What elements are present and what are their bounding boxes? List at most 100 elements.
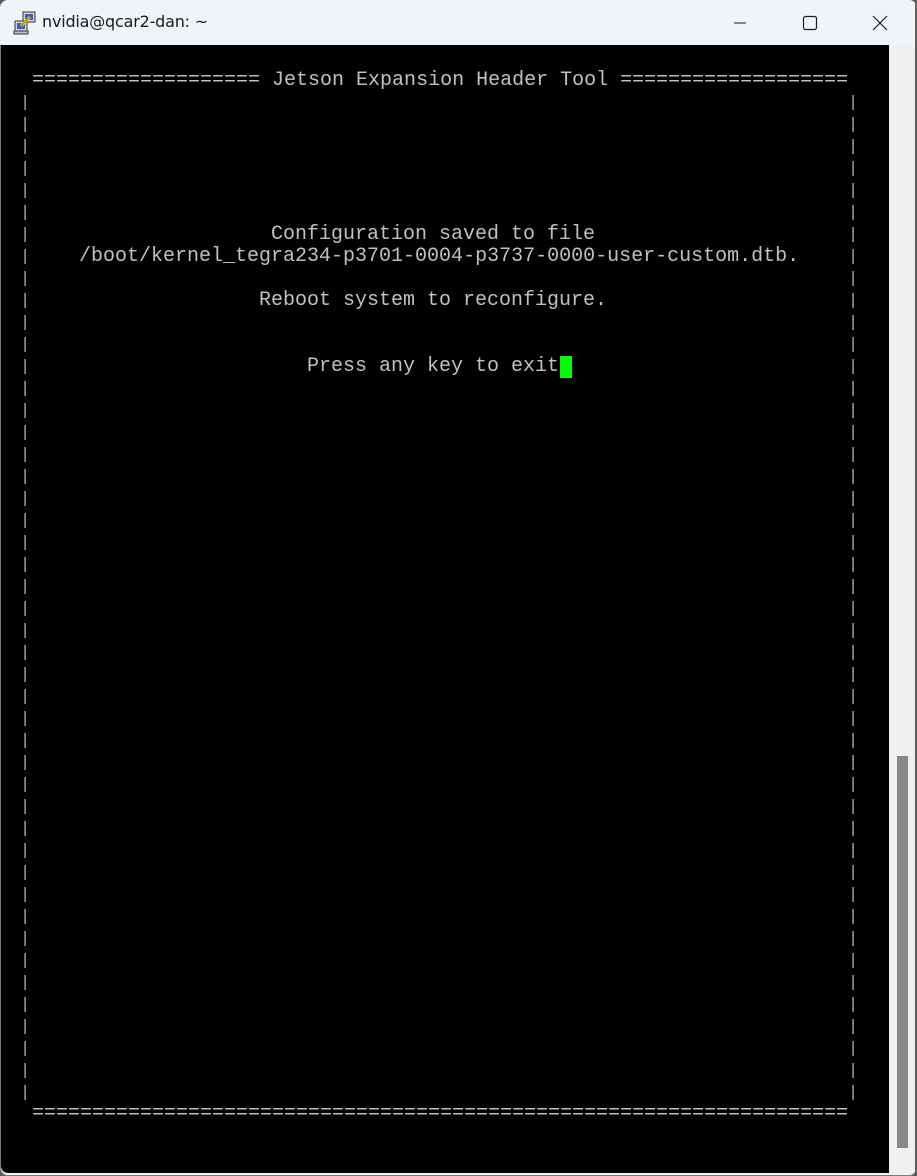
right-border-segment <box>852 777 854 792</box>
left-border-segment <box>24 689 26 704</box>
left-border-segment <box>24 1063 26 1078</box>
right-border-segment <box>852 95 854 110</box>
left-border-segment <box>24 315 26 330</box>
right-border-segment <box>852 1085 854 1100</box>
right-border-segment <box>852 975 854 990</box>
left-border-segment <box>24 799 26 814</box>
left-border-segment <box>24 227 26 242</box>
left-border-segment <box>24 491 26 506</box>
terminal-output: =================== Jetson Expansion Hea… <box>1 45 848 1125</box>
right-border-segment <box>852 447 854 462</box>
left-border-segment <box>24 117 26 132</box>
right-border-segment <box>852 755 854 770</box>
left-border-segment <box>24 887 26 902</box>
right-border-segment <box>852 425 854 440</box>
left-border-segment <box>24 997 26 1012</box>
message-press-key: Press any key to exit <box>307 355 560 378</box>
left-border-segment <box>24 579 26 594</box>
left-border-segment <box>24 975 26 990</box>
left-border-segment <box>24 535 26 550</box>
header-line: =================== Jetson Expansion Hea… <box>32 69 849 92</box>
right-border-segment <box>852 403 854 418</box>
left-border-segment <box>24 557 26 572</box>
left-border-segment <box>24 425 26 440</box>
right-border-segment <box>852 513 854 528</box>
right-border-segment <box>852 227 854 242</box>
right-border-segment <box>852 381 854 396</box>
left-border-segment <box>24 161 26 176</box>
scrollbar-thumb[interactable] <box>897 756 908 1148</box>
left-border-segment <box>24 271 26 286</box>
close-button[interactable] <box>857 0 903 45</box>
title-bar[interactable]: nvidia@qcar2-dan: ~ <box>0 0 917 45</box>
right-border-segment <box>852 953 854 968</box>
right-border-segment <box>852 359 854 374</box>
left-border-segment <box>24 645 26 660</box>
right-border-segment <box>852 887 854 902</box>
left-border-segment <box>24 733 26 748</box>
right-border-segment <box>852 183 854 198</box>
left-border-segment <box>24 293 26 308</box>
right-border-segment <box>852 909 854 924</box>
left-border-segment <box>24 1085 26 1100</box>
left-border-segment <box>24 601 26 616</box>
left-border-segment <box>24 249 26 264</box>
right-border-segment <box>852 293 854 308</box>
left-border-segment <box>24 909 26 924</box>
right-border-segment <box>852 557 854 572</box>
maximize-button[interactable] <box>787 0 833 45</box>
right-border-segment <box>852 733 854 748</box>
left-border-segment <box>24 205 26 220</box>
left-border-segment <box>24 139 26 154</box>
left-border-segment <box>24 447 26 462</box>
left-border-segment <box>24 711 26 726</box>
right-border-segment <box>852 1063 854 1078</box>
putty-icon[interactable] <box>13 11 37 35</box>
right-border-segment <box>852 645 854 660</box>
right-border-segment <box>852 997 854 1012</box>
right-border-segment <box>852 931 854 946</box>
left-border-segment <box>24 337 26 352</box>
left-border-segment <box>24 1041 26 1056</box>
message-saved: Configuration saved to file <box>271 223 596 246</box>
left-border-segment <box>24 865 26 880</box>
left-border-segment <box>24 843 26 858</box>
right-border-segment <box>852 711 854 726</box>
right-border-segment <box>852 469 854 484</box>
terminal-screen[interactable]: =================== Jetson Expansion Hea… <box>1 45 889 1173</box>
left-border-segment <box>24 381 26 396</box>
left-border-segment <box>24 1019 26 1034</box>
right-border-segment <box>852 491 854 506</box>
right-border-segment <box>852 535 854 550</box>
right-border-segment <box>852 1019 854 1034</box>
text-cursor <box>560 356 572 378</box>
right-border-segment <box>852 117 854 132</box>
window-title: nvidia@qcar2-dan: ~ <box>42 12 208 31</box>
terminal-window: nvidia@qcar2-dan: ~ =================== … <box>0 0 917 1176</box>
right-border-segment <box>852 161 854 176</box>
minimize-icon <box>734 22 746 23</box>
right-border-segment <box>852 689 854 704</box>
right-border-segment <box>852 337 854 352</box>
left-border-segment <box>24 777 26 792</box>
right-border-segment <box>852 799 854 814</box>
left-border-segment <box>24 513 26 528</box>
right-border-segment <box>852 821 854 836</box>
close-icon <box>872 15 888 30</box>
right-border-segment <box>852 865 854 880</box>
left-border-segment <box>24 667 26 682</box>
right-border-segment <box>852 249 854 264</box>
right-border-segment <box>852 271 854 286</box>
left-border-segment <box>24 183 26 198</box>
left-border-segment <box>24 953 26 968</box>
maximize-icon <box>802 15 818 30</box>
left-border-segment <box>24 359 26 374</box>
right-border-segment <box>852 843 854 858</box>
minimize-button[interactable] <box>717 0 763 45</box>
left-border-segment <box>24 623 26 638</box>
right-border-segment <box>852 1041 854 1056</box>
left-border-segment <box>24 95 26 110</box>
left-border-segment <box>24 403 26 418</box>
message-file-path: /boot/kernel_tegra234-p3701-0004-p3737-0… <box>79 245 800 268</box>
right-border-segment <box>852 315 854 330</box>
